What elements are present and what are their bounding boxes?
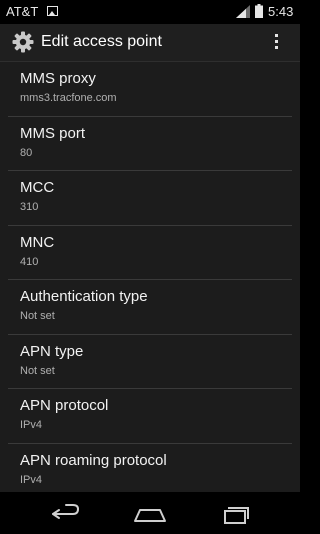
navigation-bar <box>0 494 300 534</box>
item-title: MCC <box>20 179 55 196</box>
list-item-apn-roaming-protocol[interactable]: APN roaming protocol IPv4 <box>8 444 292 493</box>
item-summary: IPv4 <box>20 419 43 431</box>
item-summary: 310 <box>20 201 39 213</box>
home-icon[interactable] <box>130 502 170 526</box>
clock: 5:43 <box>268 4 294 19</box>
screen: AT&T 5:43 Edit access point MMS proxy mm… <box>0 0 300 534</box>
list-item-authentication-type[interactable]: Authentication type Not set <box>8 280 292 335</box>
list-item-mms-proxy[interactable]: MMS proxy mms3.tracfone.com <box>8 62 292 117</box>
page-title: Edit access point <box>41 33 162 50</box>
item-title: MMS proxy <box>20 70 96 87</box>
item-summary: mms3.tracfone.com <box>20 92 117 104</box>
item-summary: Not set <box>20 364 55 377</box>
list-item-mcc[interactable]: MCC 310 <box>8 171 292 226</box>
list-item-mms-port[interactable]: MMS port 80 <box>8 117 292 171</box>
gear-icon[interactable] <box>11 30 35 54</box>
item-summary: Not set <box>20 310 55 322</box>
list-item-apn-protocol[interactable]: APN protocol IPv4 <box>8 389 292 444</box>
list-item-mnc[interactable]: MNC 410 <box>8 226 292 280</box>
status-bar: AT&T 5:43 <box>0 0 300 24</box>
carrier-label: AT&T <box>6 4 39 19</box>
item-title: APN protocol <box>20 397 109 414</box>
image-notification-icon <box>47 6 58 16</box>
action-bar: Edit access point <box>0 24 300 62</box>
item-title: APN roaming protocol <box>20 451 167 469</box>
item-title: MMS port <box>20 124 86 142</box>
item-summary: 80 <box>20 146 33 159</box>
item-title: APN type <box>20 342 84 360</box>
list-item-apn-type[interactable]: APN type Not set <box>8 335 292 389</box>
preference-list: MMS proxy mms3.tracfone.com MMS port 80 … <box>0 62 300 492</box>
recents-icon[interactable] <box>214 502 254 526</box>
item-summary: IPv4 <box>20 473 43 486</box>
item-summary: 410 <box>20 255 39 268</box>
signal-strength-icon <box>236 5 250 18</box>
overflow-menu-icon[interactable] <box>268 30 284 54</box>
battery-icon <box>255 4 263 18</box>
item-title: Authentication type <box>20 288 148 305</box>
back-icon[interactable] <box>46 502 86 526</box>
item-title: MNC <box>20 233 55 251</box>
